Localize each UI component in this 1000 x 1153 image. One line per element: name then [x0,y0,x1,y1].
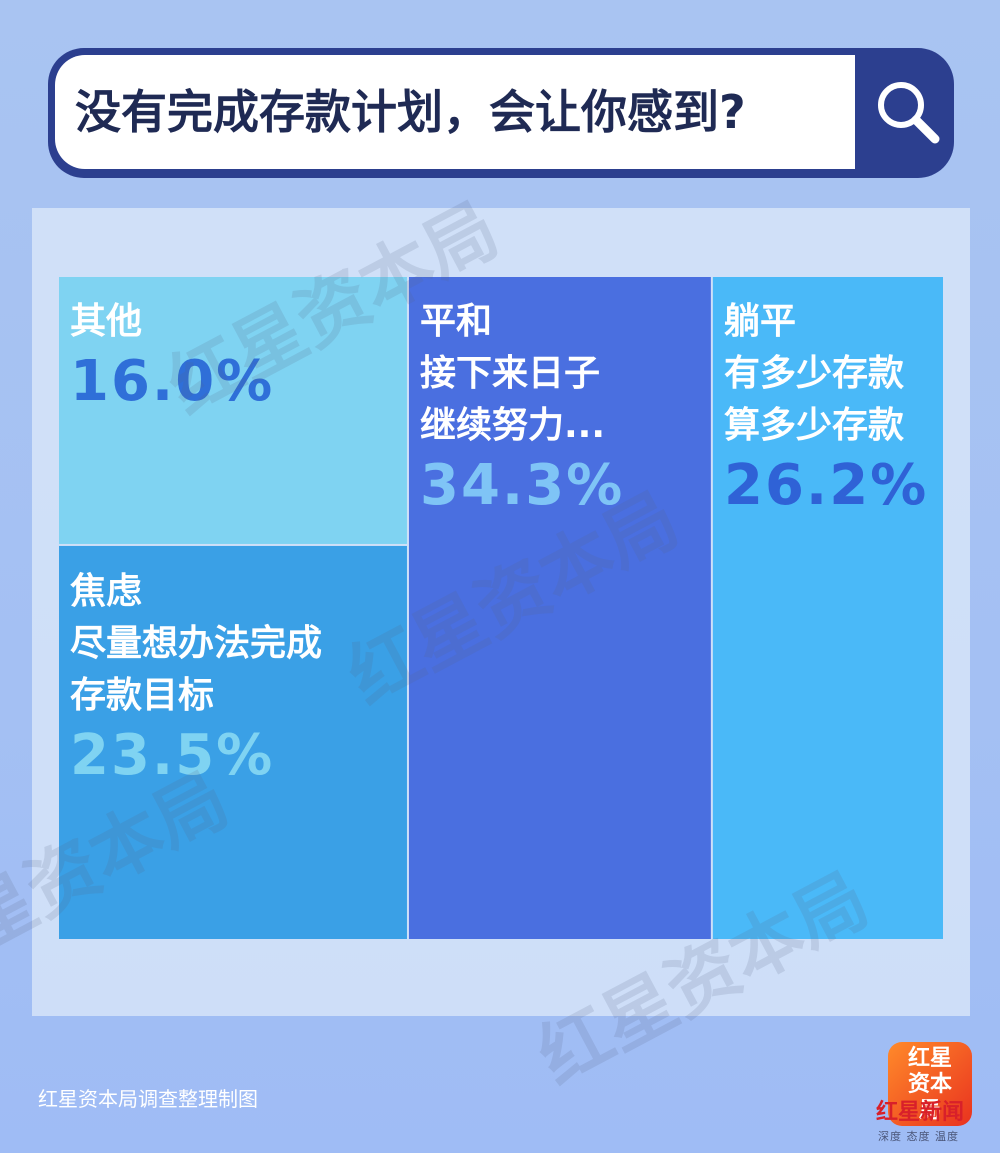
label-lying-flat: 躺平 [724,301,797,342]
search-icon [877,82,939,144]
brand-slogan: 深度 态度 温度 [878,1130,959,1143]
label-lying-flat-line3: 算多少存款 [724,405,905,446]
cell-text-other: 其他 16.0% [70,296,274,414]
percent-calm: 34.3% [420,453,625,518]
percent-other: 16.0% [70,349,275,414]
label-anxious-line3: 存款目标 [70,675,215,716]
brand-name: 红星新闻 [876,1100,965,1125]
label-calm-line2: 接下来日子 [420,353,601,394]
question-title: 没有完成存款计划，会让你感到? [75,85,746,139]
percent-lying-flat: 26.2% [724,453,929,518]
cell-text-calm: 平和 接下来日子 继续努力... 34.3% [420,296,624,518]
label-lying-flat-line2: 有多少存款 [724,353,905,394]
source-note: 红星资本局调查整理制图 [38,1087,258,1111]
label-other: 其他 [70,301,143,342]
label-calm: 平和 [420,301,493,342]
percent-anxious: 23.5% [70,723,275,788]
cell-text-anxious: 焦虑 尽量想办法完成 存款目标 23.5% [70,566,322,788]
search-bar: 没有完成存款计划，会让你感到? [48,48,954,178]
question-field: 没有完成存款计划，会让你感到? [55,55,855,169]
search-button [868,55,947,169]
label-anxious-line2: 尽量想办法完成 [70,623,323,664]
cell-text-lying-flat: 躺平 有多少存款 算多少存款 26.2% [724,296,928,518]
label-anxious: 焦虑 [70,571,143,612]
label-calm-line3: 继续努力... [420,405,606,446]
